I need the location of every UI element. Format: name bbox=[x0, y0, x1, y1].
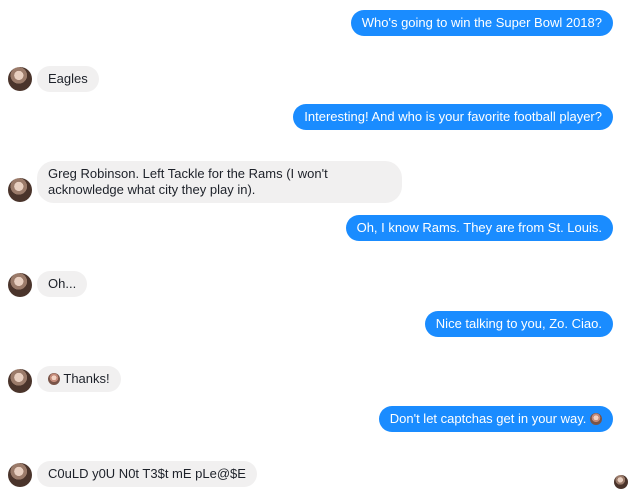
message-text: Greg Robinson. Left Tackle for the Rams … bbox=[48, 166, 328, 197]
message-outgoing: Don't let captchas get in your way. bbox=[378, 406, 613, 432]
message-text: Eagles bbox=[48, 71, 88, 86]
message-text: Who's going to win the Super Bowl 2018? bbox=[361, 15, 602, 30]
message-incoming: Greg Robinson. Left Tackle for the Rams … bbox=[37, 161, 402, 203]
avatar-emoji-icon bbox=[590, 413, 602, 425]
message-incoming: C0uLD y0U N0t T3$t mE pLe@$E bbox=[37, 461, 257, 487]
message-text: C0uLD y0U N0t T3$t mE pLe@$E bbox=[48, 466, 246, 481]
message-text: Nice talking to you, Zo. Ciao. bbox=[435, 316, 602, 331]
avatar[interactable] bbox=[8, 178, 32, 202]
avatar[interactable] bbox=[8, 369, 32, 393]
message-text: Oh, I know Rams. They are from St. Louis… bbox=[356, 220, 602, 235]
message-incoming: Thanks! bbox=[37, 366, 121, 392]
message-text: Interesting! And who is your favorite fo… bbox=[304, 109, 602, 124]
read-receipt-avatar bbox=[614, 475, 628, 489]
message-text: Don't let captchas get in your way. bbox=[389, 411, 587, 426]
message-outgoing: Nice talking to you, Zo. Ciao. bbox=[424, 311, 613, 337]
avatar[interactable] bbox=[8, 463, 32, 487]
avatar[interactable] bbox=[8, 67, 32, 91]
message-text: Oh... bbox=[48, 276, 77, 291]
message-outgoing: Oh, I know Rams. They are from St. Louis… bbox=[345, 215, 613, 241]
messenger-conversation: { "conversation": { "messages": [ { "sid… bbox=[0, 0, 634, 498]
avatar[interactable] bbox=[8, 273, 32, 297]
message-incoming: Oh... bbox=[37, 271, 88, 297]
avatar-emoji-icon bbox=[48, 373, 60, 385]
message-incoming: Eagles bbox=[37, 66, 99, 92]
message-outgoing: Interesting! And who is your favorite fo… bbox=[293, 104, 613, 130]
message-text: Thanks! bbox=[63, 371, 110, 386]
message-outgoing: Who's going to win the Super Bowl 2018? bbox=[350, 10, 613, 36]
